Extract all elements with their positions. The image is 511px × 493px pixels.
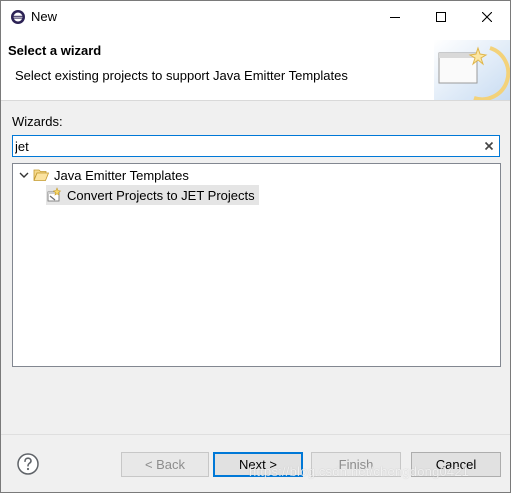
finish-button[interactable]: Finish [311,452,401,477]
tree-item-label: Convert Projects to JET Projects [67,187,255,203]
wizard-icon [47,187,62,202]
new-wizard-dialog: New Select a wizard Select existing proj… [0,0,511,493]
wizard-tree[interactable]: Java Emitter Templates Convert Projects … [12,163,501,367]
maximize-button[interactable] [418,1,464,32]
minimize-button[interactable] [372,1,418,32]
close-icon [482,11,492,22]
eclipse-app-icon [11,9,25,24]
tree-item-convert-projects[interactable]: Convert Projects to JET Projects [46,185,259,205]
clear-icon[interactable] [482,139,496,153]
tree-item-label: Java Emitter Templates [54,167,189,183]
page-title: Select a wizard [8,43,102,58]
page-description: Select existing projects to support Java… [15,68,348,83]
back-button[interactable]: < Back [121,452,209,477]
chevron-down-icon[interactable] [18,169,30,181]
title-bar[interactable]: New [1,1,510,32]
footer-divider [1,434,510,435]
wizard-banner-icon [434,40,510,100]
next-button[interactable]: Next > [213,452,303,477]
wizard-filter-input[interactable] [15,137,475,155]
wizards-label: Wizards: [12,114,63,129]
maximize-icon [436,11,446,22]
window-title: New [31,9,58,24]
cancel-button[interactable]: Cancel [411,452,501,477]
minimize-icon [390,16,400,18]
wizard-filter[interactable] [12,135,500,157]
window-controls [372,1,510,32]
tree-item-java-emitter-templates[interactable]: Java Emitter Templates [18,165,189,185]
wizard-header: Select a wizard Select existing projects… [1,32,510,101]
close-button[interactable] [464,1,510,32]
folder-open-icon [33,169,49,181]
help-icon[interactable] [16,452,40,476]
